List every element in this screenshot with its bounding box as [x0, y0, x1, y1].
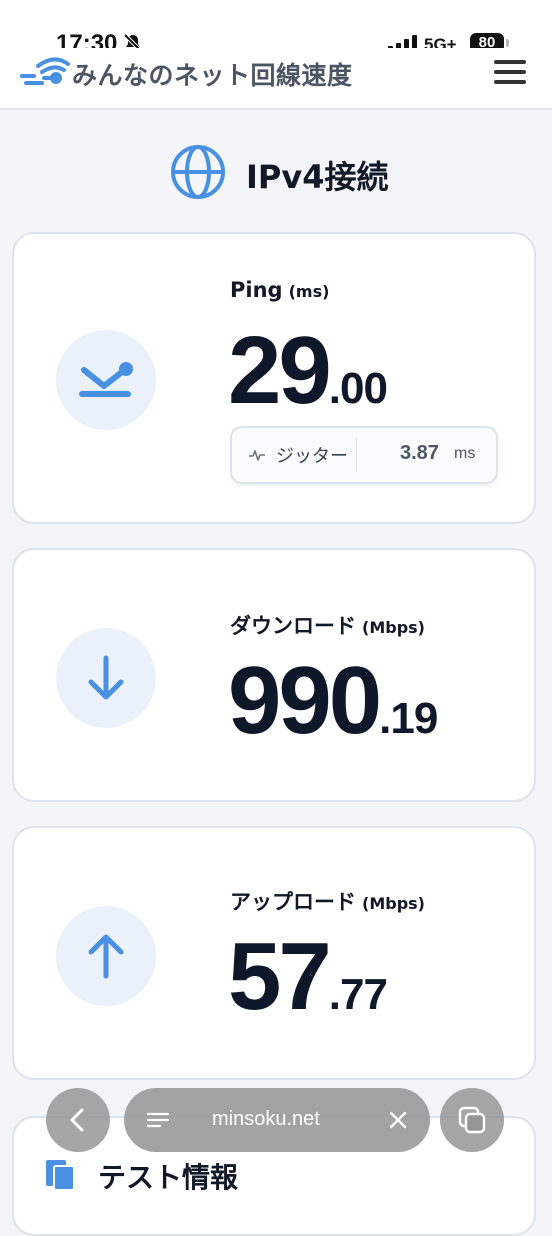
- ping-value-int: 29: [228, 317, 332, 424]
- ping-value: 29.00: [228, 316, 388, 426]
- chevron-left-icon: [70, 1108, 84, 1132]
- upload-icon-circle: [56, 906, 156, 1006]
- jitter-label: ジッター: [276, 446, 348, 467]
- wifi-logo-icon[interactable]: [20, 52, 70, 92]
- close-icon[interactable]: [388, 1110, 408, 1130]
- arrow-up-icon: [88, 934, 124, 979]
- hamburger-menu-icon[interactable]: [494, 60, 526, 86]
- ping-label: Ping (ms): [230, 278, 329, 302]
- url-text[interactable]: minsoku.net: [212, 1108, 320, 1131]
- tabs-icon: [458, 1106, 486, 1134]
- test-info-title: テスト情報: [98, 1161, 239, 1194]
- download-unit: (Mbps): [362, 618, 425, 637]
- upload-unit: (Mbps): [362, 894, 425, 913]
- section-title: IPv4接続: [246, 158, 389, 196]
- download-value: 990.19: [228, 646, 438, 756]
- download-label: ダウンロード (Mbps): [230, 610, 425, 640]
- upload-value: 57.77: [228, 922, 388, 1032]
- jitter-divider: [356, 438, 357, 472]
- download-icon-circle: [56, 628, 156, 728]
- reader-lines-icon[interactable]: [146, 1110, 170, 1130]
- download-value-int: 990: [228, 647, 382, 754]
- pulse-icon: [249, 450, 265, 461]
- jitter-unit: ms: [454, 445, 476, 462]
- ping-unit: (ms): [288, 282, 330, 301]
- upload-value-int: 57: [228, 923, 332, 1030]
- upload-card: アップロード (Mbps) 57.77: [12, 826, 536, 1080]
- jitter-value: 3.87: [400, 442, 439, 464]
- globe-icon: [171, 145, 225, 199]
- upload-label-text: アップロード: [230, 890, 356, 914]
- site-header: みんなのネット回線速度: [0, 48, 552, 110]
- back-button[interactable]: [46, 1088, 110, 1152]
- ping-card: Ping (ms) 29.00 ジッター 3.87 ms: [12, 232, 536, 524]
- battery-tip: [506, 39, 509, 47]
- ping-label-text: Ping: [230, 278, 283, 302]
- document-icon: [46, 1160, 75, 1191]
- download-value-dec: .19: [379, 694, 438, 743]
- jitter-box: ジッター 3.87 ms: [230, 426, 498, 484]
- arrow-down-icon: [88, 655, 124, 700]
- download-label-text: ダウンロード: [230, 614, 356, 638]
- tabs-button[interactable]: [440, 1088, 504, 1152]
- url-bar[interactable]: minsoku.net: [124, 1088, 430, 1152]
- ping-value-dec: .00: [328, 364, 388, 413]
- download-card: ダウンロード (Mbps) 990.19: [12, 548, 536, 802]
- site-title[interactable]: みんなのネット回線速度: [72, 56, 353, 92]
- upload-label: アップロード (Mbps): [230, 886, 425, 916]
- upload-value-dec: .77: [328, 970, 388, 1019]
- ping-icon-circle: [56, 330, 156, 430]
- ping-arrow-icon: [79, 362, 133, 397]
- section-heading: IPv4接続: [0, 140, 552, 204]
